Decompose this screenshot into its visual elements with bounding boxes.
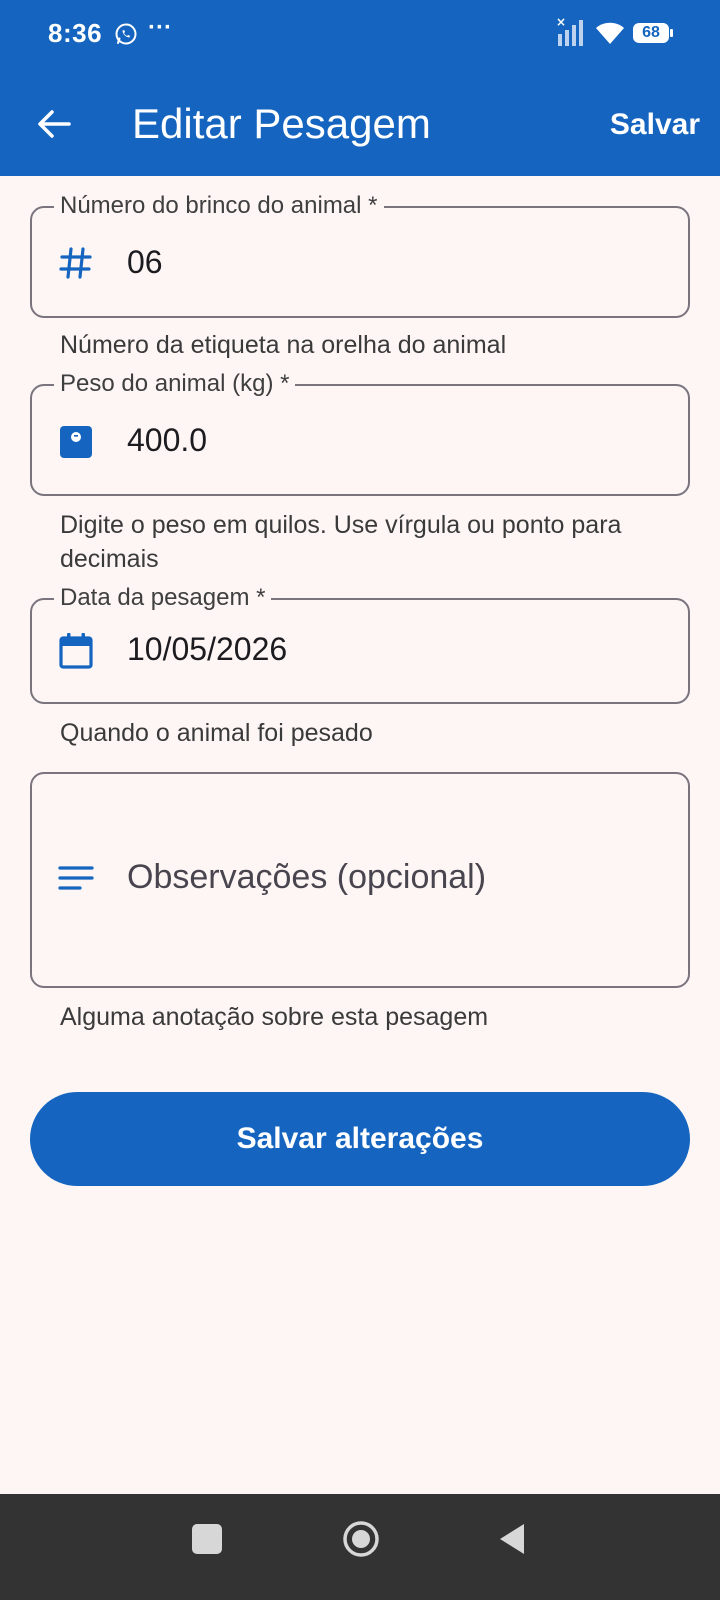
- signal-icon: ×: [556, 16, 583, 46]
- whatsapp-icon: [115, 23, 137, 45]
- notes-field[interactable]: Observações (opcional): [30, 772, 690, 988]
- tag-number-label: Número do brinco do animal *: [54, 190, 384, 222]
- back-button[interactable]: [26, 96, 82, 152]
- weight-label: Peso do animal (kg) *: [54, 368, 296, 400]
- status-time: 8:36: [48, 18, 103, 48]
- notes-placeholder: Observações (opcional): [127, 858, 487, 896]
- more-notifications-icon: ···: [148, 14, 172, 41]
- date-value: 10/05/2026: [127, 631, 288, 667]
- nav-back-button[interactable]: [496, 1522, 528, 1556]
- recent-apps-button[interactable]: [192, 1524, 222, 1554]
- notes-icon: [58, 866, 94, 890]
- weight-value: 400.0: [127, 422, 208, 458]
- arrow-left-icon: [38, 110, 71, 138]
- home-button[interactable]: [342, 1520, 380, 1558]
- weight-field[interactable]: Peso do animal (kg) * 400.0: [30, 368, 690, 496]
- calendar-icon: [59, 633, 93, 669]
- system-nav-bar: [0, 1494, 720, 1600]
- page-title: Editar Pesagem: [132, 100, 431, 147]
- date-label: Data da pesagem *: [54, 582, 272, 614]
- tag-number-helper: Número da etiqueta na orelha do animal: [60, 331, 507, 359]
- battery-level: 68: [642, 24, 660, 41]
- app-root: 8:36 ··· × 68 Editar Pesagem Salvar Núme…: [0, 0, 720, 1600]
- hash-icon: [59, 247, 92, 279]
- scale-icon: [60, 426, 92, 458]
- tag-number-value: 06: [127, 244, 163, 280]
- weight-helper: Digite o peso em quilos. Use vírgula ou …: [60, 511, 622, 573]
- tag-number-field[interactable]: Número do brinco do animal * 06: [30, 190, 690, 318]
- svg-text:×: ×: [556, 16, 566, 29]
- save-changes-button[interactable]: Salvar alterações: [30, 1092, 690, 1186]
- date-field[interactable]: Data da pesagem * 10/05/2026: [30, 582, 690, 704]
- wifi-icon: [596, 22, 624, 44]
- notes-helper: Alguma anotação sobre esta pesagem: [60, 1003, 489, 1031]
- save-action-button[interactable]: Salvar: [610, 108, 700, 142]
- date-helper: Quando o animal foi pesado: [60, 719, 373, 747]
- app-bar: Editar Pesagem Salvar: [0, 72, 720, 176]
- status-bar: 8:36 ··· × 68: [0, 0, 720, 72]
